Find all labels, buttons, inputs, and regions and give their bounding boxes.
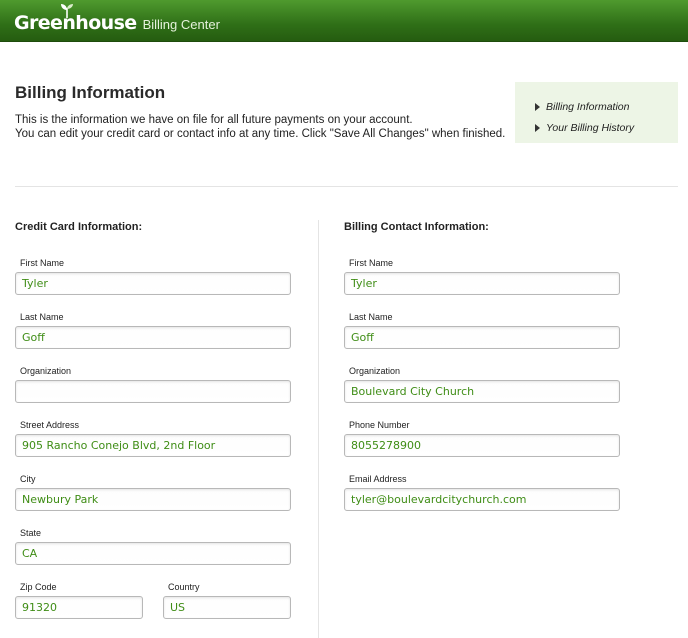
nav-item-label: Billing Information: [546, 100, 630, 113]
triangle-right-icon: [535, 123, 540, 132]
cc-country-field: Country US: [163, 581, 291, 619]
section-divider: [15, 186, 678, 187]
field-label: Phone Number: [349, 420, 410, 430]
page-title: Billing Information: [15, 83, 166, 102]
sprout-icon: [61, 4, 73, 18]
column-divider: [318, 220, 319, 638]
logo-subtitle: Billing Center: [142, 17, 220, 32]
bc-phone-input[interactable]: 8055278900: [344, 434, 620, 457]
cc-zip-field: Zip Code 91320: [15, 581, 143, 619]
intro-line-2: You can edit your credit card or contact…: [15, 127, 506, 140]
cc-street-input[interactable]: 905 Rancho Conejo Blvd, 2nd Floor: [15, 434, 291, 457]
bc-first-name-input[interactable]: Tyler: [344, 272, 620, 295]
app-header: Greenhouse Billing Center: [0, 0, 688, 42]
intro-text: This is the information we have on file …: [15, 114, 505, 141]
field-label: Country: [168, 582, 200, 592]
field-label: Organization: [20, 366, 72, 376]
cc-state-field: State CA: [15, 527, 291, 565]
bc-last-name-field: Last Name Goff: [344, 311, 620, 349]
cc-city-input[interactable]: Newbury Park: [15, 488, 291, 511]
field-label: Zip Code: [20, 582, 57, 592]
side-nav: Billing Information Your Billing History: [515, 82, 678, 143]
intro-line-1: This is the information we have on file …: [15, 114, 413, 126]
bc-organization-input[interactable]: Boulevard City Church: [344, 380, 620, 403]
field-label: Organization: [349, 366, 401, 376]
nav-item-billing-information[interactable]: Billing Information: [535, 96, 678, 117]
triangle-right-icon: [535, 102, 540, 111]
cc-organization-field: Organization: [15, 365, 291, 403]
cc-street-field: Street Address 905 Rancho Conejo Blvd, 2…: [15, 419, 291, 457]
field-label: Last Name: [349, 312, 393, 322]
cc-first-name-field: First Name Tyler: [15, 257, 291, 295]
nav-item-billing-history[interactable]: Your Billing History: [535, 117, 678, 138]
cc-zip-input[interactable]: 91320: [15, 596, 143, 619]
field-label: City: [20, 474, 36, 484]
nav-item-label: Your Billing History: [546, 121, 635, 134]
cc-last-name-field: Last Name Goff: [15, 311, 291, 349]
field-label: Email Address: [349, 474, 407, 484]
billing-contact-section-title: Billing Contact Information:: [344, 221, 489, 233]
cc-country-input[interactable]: US: [163, 596, 291, 619]
cc-last-name-input[interactable]: Goff: [15, 326, 291, 349]
field-label: State: [20, 528, 42, 538]
logo[interactable]: Greenhouse Billing Center: [14, 4, 220, 34]
field-label: First Name: [20, 258, 65, 268]
bc-last-name-input[interactable]: Goff: [344, 326, 620, 349]
credit-card-section-title: Credit Card Information:: [15, 221, 143, 233]
bc-phone-field: Phone Number 8055278900: [344, 419, 620, 457]
cc-state-input[interactable]: CA: [15, 542, 291, 565]
cc-first-name-input[interactable]: Tyler: [15, 272, 291, 295]
cc-city-field: City Newbury Park: [15, 473, 291, 511]
bc-email-field: Email Address tyler@boulevardcitychurch.…: [344, 473, 620, 511]
field-label: First Name: [349, 258, 394, 268]
bc-organization-field: Organization Boulevard City Church: [344, 365, 620, 403]
cc-organization-input[interactable]: [15, 380, 291, 403]
field-label: Last Name: [20, 312, 64, 322]
field-label: Street Address: [20, 420, 80, 430]
bc-email-input[interactable]: tyler@boulevardcitychurch.com: [344, 488, 620, 511]
bc-first-name-field: First Name Tyler: [344, 257, 620, 295]
